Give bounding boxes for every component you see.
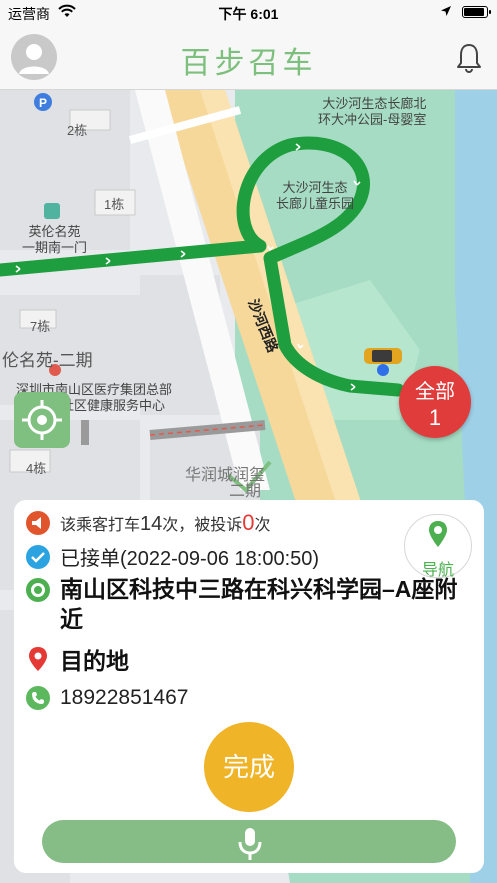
destination-row: 目的地 (26, 642, 129, 676)
nav-bar: 百步召车 (0, 26, 497, 90)
origin-row: 南山区科技中三路在科兴科学园–A座附近 (26, 574, 480, 634)
passenger-complaint-row: 该乘客打车14次，被投诉0次 (26, 510, 271, 536)
origin-dot-icon (26, 578, 50, 602)
bell-icon[interactable] (454, 42, 484, 74)
battery-icon (462, 6, 491, 18)
megaphone-icon (26, 511, 50, 535)
phone-row[interactable]: 18922851467 (26, 686, 188, 710)
complete-button[interactable]: 完成 (204, 722, 294, 812)
map-label: 伦名苑-二期 (2, 351, 93, 370)
order-status-row: 已接单(2022-09-06 18:00:50) (26, 542, 319, 571)
map-label: 1栋 (104, 197, 125, 212)
navigation-label: 导航 (421, 562, 454, 579)
svg-text:P: P (39, 96, 47, 110)
microphone-icon (238, 828, 262, 860)
phone-icon (26, 686, 50, 710)
origin-address: 南山区科技中三路在科兴科学园–A座附近 (60, 576, 458, 632)
status-bar: 运营商 下午 6:01 (0, 0, 497, 26)
all-orders-label: 全部 (415, 381, 455, 403)
page-title: 百步召车 (180, 47, 317, 80)
map-label: 英伦名苑 一期南一门 (22, 224, 88, 255)
map-label: 大沙河生态 长廊儿童乐园 (276, 180, 355, 211)
voice-input-button[interactable] (42, 820, 456, 863)
order-status-text: 已接单(2022-09-06 18:00:50) (60, 548, 320, 570)
all-orders-count: 1 (428, 405, 442, 430)
complaint-text: 该乘客打车14次，被投诉0次 (60, 510, 271, 535)
locate-target-icon (22, 400, 62, 440)
navigation-pin-icon (429, 521, 447, 547)
phone-number[interactable]: 18922851467 (60, 686, 188, 710)
destination-pin-icon (29, 647, 47, 671)
map-label: 大沙河生态长廊北 环大冲公园-母婴室 (318, 96, 427, 127)
map-label: 华润城润玺 二期 (185, 467, 266, 500)
check-icon (26, 544, 50, 569)
map-label: 7栋 (30, 319, 51, 334)
destination-text: 目的地 (60, 648, 129, 674)
map-label: 4栋 (26, 461, 47, 476)
navigation-button[interactable]: 导航 (404, 514, 472, 579)
locate-button[interactable] (14, 392, 70, 448)
clock: 下午 6:01 (218, 6, 279, 22)
location-arrow-icon (441, 6, 451, 16)
order-card: 该乘客打车14次，被投诉0次 已接单(2022-09-06 18:00:50) … (14, 500, 484, 873)
map-label: 2栋 (67, 123, 88, 138)
all-orders-button[interactable]: 全部 1 (399, 366, 471, 438)
